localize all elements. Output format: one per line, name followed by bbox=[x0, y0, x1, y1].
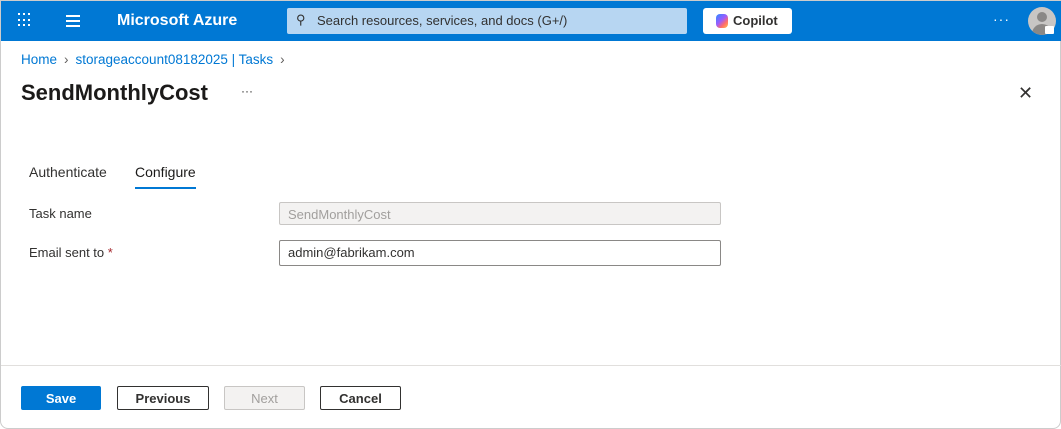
previous-button[interactable]: Previous bbox=[117, 386, 209, 410]
more-icon[interactable]: ··· bbox=[993, 11, 1010, 27]
task-name-field[interactable]: SendMonthlyCost bbox=[279, 202, 721, 225]
close-icon[interactable]: ✕ bbox=[1018, 83, 1033, 104]
search-icon: ⚲ bbox=[296, 12, 306, 27]
email-label: Email sent to * bbox=[29, 245, 113, 260]
breadcrumb-tasks[interactable]: storageaccount08182025 | Tasks bbox=[76, 52, 274, 67]
cancel-button[interactable]: Cancel bbox=[320, 386, 401, 410]
required-marker: * bbox=[107, 245, 113, 260]
tab-authenticate[interactable]: Authenticate bbox=[29, 164, 107, 187]
search-input[interactable]: ⚲ Search resources, services, and docs (G… bbox=[287, 8, 687, 34]
copilot-icon bbox=[716, 14, 728, 28]
menu-icon[interactable] bbox=[66, 15, 80, 30]
page-title: SendMonthlyCost bbox=[21, 80, 208, 105]
search-placeholder: Search resources, services, and docs (G+… bbox=[317, 13, 568, 28]
task-name-label: Task name bbox=[29, 206, 92, 221]
lock-icon bbox=[1045, 26, 1054, 34]
more-options-icon[interactable]: ··· bbox=[241, 84, 253, 98]
top-bar: Microsoft Azure ⚲ Search resources, servi… bbox=[1, 1, 1061, 41]
app-launcher-icon[interactable] bbox=[18, 13, 32, 27]
breadcrumb: Home › storageaccount08182025 | Tasks › bbox=[21, 52, 292, 67]
chevron-right-icon: › bbox=[64, 52, 69, 67]
save-button[interactable]: Save bbox=[21, 386, 101, 410]
chevron-right-icon: › bbox=[280, 52, 285, 67]
email-field[interactable]: admin@fabrikam.com bbox=[279, 240, 721, 266]
footer-divider bbox=[1, 365, 1061, 366]
tab-configure[interactable]: Configure bbox=[135, 164, 196, 189]
copilot-label: Copilot bbox=[733, 13, 778, 28]
breadcrumb-home[interactable]: Home bbox=[21, 52, 57, 67]
brand-title[interactable]: Microsoft Azure bbox=[117, 12, 237, 30]
next-button[interactable]: Next bbox=[224, 386, 305, 410]
email-label-text: Email sent to bbox=[29, 245, 105, 260]
copilot-button[interactable]: Copilot bbox=[703, 8, 792, 34]
